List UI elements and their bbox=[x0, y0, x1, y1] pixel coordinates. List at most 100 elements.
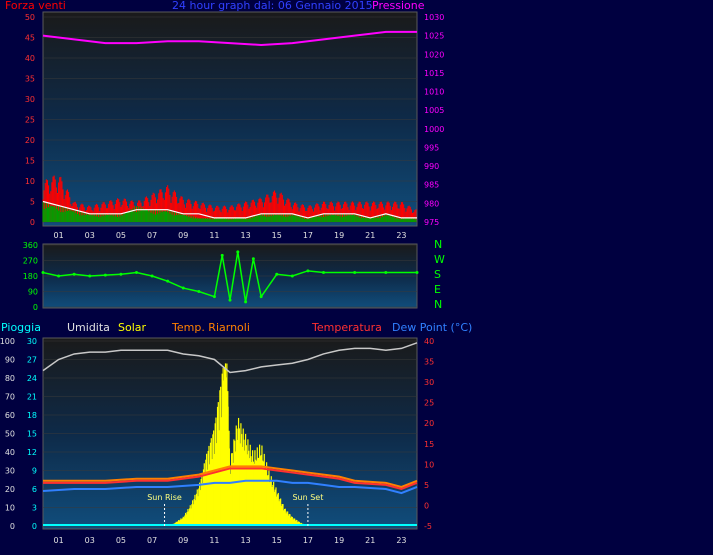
humidity-label: Umidita bbox=[67, 321, 110, 334]
x-tick-label: 11 bbox=[209, 231, 219, 240]
wind-direction-point bbox=[275, 272, 279, 276]
wind-direction-point bbox=[353, 271, 357, 275]
pressure-label: Pressione bbox=[372, 0, 425, 12]
y-right-tick-label: 985 bbox=[424, 181, 439, 190]
x-tick-label: 13 bbox=[240, 231, 250, 240]
humidity-tick-label: 30 bbox=[5, 467, 15, 476]
wind-direction-point bbox=[181, 286, 185, 290]
temperature-label: Temperatura bbox=[311, 321, 382, 334]
x-tick-label: 23 bbox=[396, 536, 406, 545]
x-tick-label: 15 bbox=[272, 231, 282, 240]
humidity-tick-label: 40 bbox=[5, 448, 15, 457]
y-right-tick-label: 1015 bbox=[424, 69, 444, 78]
humidity-tick-label: 0 bbox=[10, 522, 15, 531]
rain-tick-label: 9 bbox=[32, 467, 37, 476]
wind-direction-point bbox=[251, 257, 255, 261]
x-tick-label: 01 bbox=[53, 536, 63, 545]
wind-direction-point bbox=[220, 253, 224, 257]
wind-direction-point bbox=[88, 274, 92, 278]
rain-tick-label: 3 bbox=[32, 504, 37, 513]
temp-tick-label: 15 bbox=[424, 440, 434, 449]
rain-tick-label: 21 bbox=[27, 393, 37, 402]
x-tick-label: 01 bbox=[53, 231, 63, 240]
temp-tick-label: -5 bbox=[424, 522, 432, 531]
x-tick-label: 03 bbox=[85, 231, 95, 240]
y-right-tick-label: 975 bbox=[424, 218, 439, 227]
wind-force-label: Forza venti bbox=[5, 0, 66, 12]
temp-tick-label: 20 bbox=[424, 419, 434, 428]
x-tick-label: 09 bbox=[178, 231, 188, 240]
y-right-tick-label: 980 bbox=[424, 199, 439, 208]
humidity-tick-label: 90 bbox=[5, 356, 15, 365]
internal-temp-label: Temp. Riarnoli bbox=[171, 321, 250, 334]
sun-marker-label: Sun Rise bbox=[147, 493, 182, 502]
y-right-tick-label: 990 bbox=[424, 162, 439, 171]
x-tick-label: 21 bbox=[365, 231, 375, 240]
temp-tick-label: 5 bbox=[424, 481, 429, 490]
wind-direction-point bbox=[290, 274, 294, 278]
wind-direction-point bbox=[384, 271, 388, 275]
y-left-tick-label: 35 bbox=[25, 75, 35, 84]
x-tick-label: 07 bbox=[147, 536, 157, 545]
x-tick-label: 05 bbox=[116, 231, 126, 240]
wind-direction-point bbox=[322, 271, 325, 275]
direction-tick-label: 360 bbox=[23, 241, 38, 250]
wind-direction-point bbox=[415, 271, 419, 275]
y-right-tick-label: 1020 bbox=[424, 50, 444, 59]
humidity-tick-label: 60 bbox=[5, 411, 15, 420]
rain-tick-label: 0 bbox=[32, 522, 37, 531]
compass-label: S bbox=[434, 268, 441, 281]
y-left-tick-label: 25 bbox=[25, 116, 35, 125]
wind-direction-point bbox=[228, 298, 232, 302]
x-tick-label: 17 bbox=[303, 536, 313, 545]
rain-tick-label: 15 bbox=[27, 430, 37, 439]
sun-marker-label: Sun Set bbox=[292, 493, 323, 502]
rain-tick-label: 30 bbox=[27, 337, 37, 346]
y-right-tick-label: 1025 bbox=[424, 32, 444, 41]
compass-label: N bbox=[434, 298, 442, 311]
humidity-tick-label: 80 bbox=[5, 374, 15, 383]
temp-tick-label: 40 bbox=[424, 337, 434, 346]
wind-direction-point bbox=[306, 269, 310, 273]
x-tick-label: 09 bbox=[178, 536, 188, 545]
x-tick-label: 11 bbox=[209, 536, 219, 545]
y-left-tick-label: 5 bbox=[30, 198, 35, 207]
wind-direction-point bbox=[212, 295, 216, 299]
wind-direction-point bbox=[236, 250, 240, 254]
humidity-tick-label: 100 bbox=[0, 337, 15, 346]
wind-direction-point bbox=[259, 295, 263, 299]
temp-tick-label: 35 bbox=[424, 358, 434, 367]
rain-tick-label: 6 bbox=[32, 485, 37, 494]
compass-label: E bbox=[434, 283, 441, 296]
y-right-tick-label: 1030 bbox=[424, 13, 444, 22]
y-left-tick-label: 30 bbox=[25, 95, 35, 104]
y-left-tick-label: 45 bbox=[25, 34, 35, 43]
y-right-tick-label: 1010 bbox=[424, 88, 444, 97]
humidity-tick-label: 50 bbox=[5, 430, 15, 439]
y-left-tick-label: 50 bbox=[25, 13, 35, 22]
x-tick-label: 05 bbox=[116, 536, 126, 545]
rain-tick-label: 27 bbox=[27, 356, 37, 365]
y-right-tick-label: 1000 bbox=[424, 125, 444, 134]
direction-tick-label: 270 bbox=[23, 257, 38, 266]
panel-wind-pressure bbox=[42, 11, 418, 227]
rain-tick-label: 18 bbox=[27, 411, 37, 420]
wind-direction-point bbox=[41, 271, 45, 275]
humidity-tick-label: 20 bbox=[5, 485, 15, 494]
y-left-tick-label: 15 bbox=[25, 157, 35, 166]
wind-direction-point bbox=[244, 300, 248, 304]
x-tick-label: 23 bbox=[396, 231, 406, 240]
direction-tick-label: 90 bbox=[28, 288, 38, 297]
wind-direction-point bbox=[57, 274, 61, 278]
y-left-tick-label: 0 bbox=[30, 218, 35, 227]
compass-label: N bbox=[434, 238, 442, 251]
wind-direction-point bbox=[197, 290, 201, 293]
wind-direction-point bbox=[150, 274, 154, 278]
rain-tick-label: 12 bbox=[27, 448, 37, 457]
y-right-tick-label: 1005 bbox=[424, 106, 444, 115]
humidity-tick-label: 70 bbox=[5, 393, 15, 402]
y-right-tick-label: 995 bbox=[424, 143, 439, 152]
wind-direction-point bbox=[72, 272, 76, 276]
rain-tick-label: 24 bbox=[27, 374, 37, 383]
x-tick-label: 15 bbox=[272, 536, 282, 545]
